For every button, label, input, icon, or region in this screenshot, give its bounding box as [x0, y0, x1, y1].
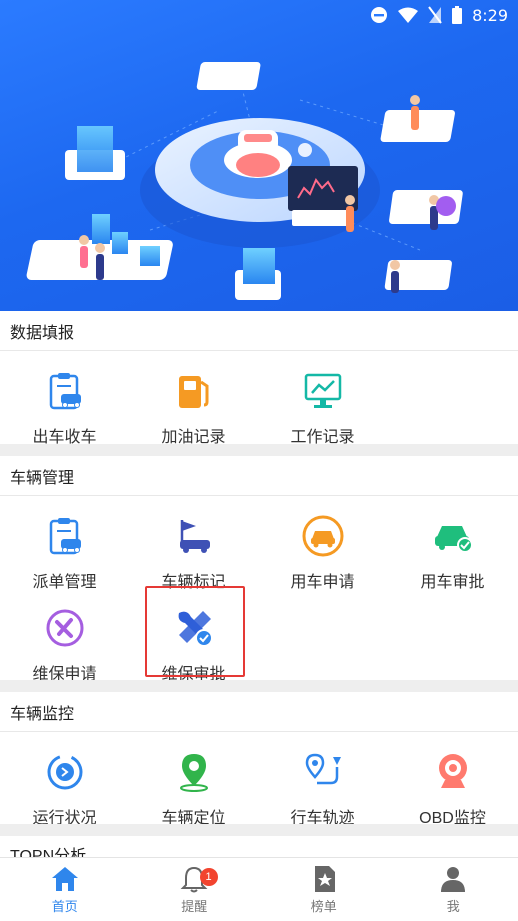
section-divider — [0, 444, 518, 456]
home-icon — [51, 867, 78, 891]
location-pin-icon — [172, 750, 216, 794]
grid-item-work-record[interactable]: 工作记录 — [258, 369, 387, 447]
route-icon — [301, 750, 345, 794]
section-vehicle-management: 车辆管理 派单管理 车辆标记 用车申请 用车审批 维保申请 维保审批 — [0, 456, 518, 683]
webcam-icon — [431, 750, 475, 794]
person-icon — [441, 867, 466, 892]
wrench-check-icon — [172, 606, 216, 650]
grid-item-vehicle-request[interactable]: 用车申请 — [258, 514, 387, 592]
nav-label: 提醒 — [181, 899, 208, 914]
grid-item-fuel-record[interactable]: 加油记录 — [129, 369, 258, 447]
bottom-nav: 首页 1 提醒 榜单 我 — [0, 857, 518, 921]
grid-item-route-track[interactable]: 行车轨迹 — [258, 750, 387, 828]
battery-icon — [452, 6, 463, 24]
flag-car-icon — [172, 514, 216, 558]
nav-me[interactable]: 我 — [389, 858, 518, 921]
section-title: 数据填报 — [0, 311, 518, 351]
nav-label: 我 — [446, 899, 460, 914]
grid-item-dispatch-return[interactable]: 出车收车 — [0, 369, 129, 447]
grid-item-label: 用车申请 — [290, 574, 355, 591]
grid-item-maintenance-request[interactable]: 维保申请 — [0, 606, 129, 684]
run-status-icon — [43, 750, 87, 794]
clipboard-car-icon — [43, 369, 87, 413]
grid-item-vehicle-location[interactable]: 车辆定位 — [129, 750, 258, 828]
grid-item-run-status[interactable]: 运行状况 — [0, 750, 129, 828]
hero-banner — [0, 0, 518, 311]
clipboard-car-icon — [43, 514, 87, 558]
grid-item-obd-monitor[interactable]: OBD监控 — [388, 750, 517, 828]
grid-item-label: 用车审批 — [420, 574, 485, 591]
grid-item-vehicle-mark[interactable]: 车辆标记 — [129, 514, 258, 592]
section-data-entry: 数据填报 出车收车 加油记录 工作记录 — [0, 311, 518, 447]
fuel-pump-icon — [172, 369, 216, 413]
grid-item-label: 车辆标记 — [161, 574, 226, 591]
nav-label: 首页 — [51, 899, 78, 914]
section-title: 车辆管理 — [0, 456, 518, 496]
nav-home[interactable]: 首页 — [0, 858, 130, 921]
notification-badge: 1 — [199, 868, 218, 886]
section-vehicle-monitoring: 车辆监控 运行状况 车辆定位 行车轨迹 OBD监控 — [0, 692, 518, 827]
ranking-icon — [314, 866, 335, 892]
tools-circle-icon — [43, 606, 87, 650]
section-title: 车辆监控 — [0, 692, 518, 732]
section-divider — [0, 824, 518, 836]
nav-ranking[interactable]: 榜单 — [259, 858, 389, 921]
grid-item-vehicle-approval[interactable]: 用车审批 — [388, 514, 517, 592]
car-check-icon — [431, 514, 475, 558]
do-not-disturb-icon — [371, 7, 388, 23]
nav-label: 榜单 — [310, 899, 337, 914]
status-time: 8:29 — [472, 5, 508, 25]
monitor-chart-icon — [301, 369, 345, 413]
nav-reminder[interactable]: 1 提醒 — [130, 858, 260, 921]
status-bar: 8:29 — [0, 0, 518, 30]
no-signal-icon — [428, 6, 442, 24]
grid-item-dispatch-management[interactable]: 派单管理 — [0, 514, 129, 592]
grid-item-maintenance-approval[interactable]: 维保审批 — [129, 606, 258, 684]
fleet-illustration — [26, 62, 463, 300]
wifi-icon — [398, 7, 419, 23]
grid-item-label: 派单管理 — [32, 574, 97, 591]
car-circle-icon — [301, 514, 345, 558]
section-divider — [0, 680, 518, 692]
